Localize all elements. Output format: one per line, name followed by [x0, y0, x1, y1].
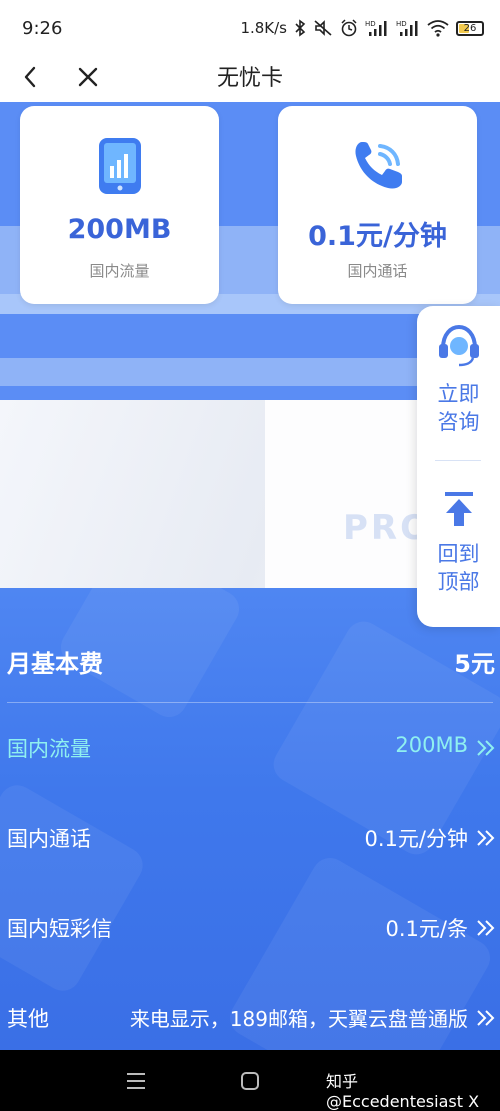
data-card-label: 国内流量	[89, 262, 150, 280]
menu-icon[interactable]	[123, 1068, 149, 1094]
phone-data-icon	[98, 138, 141, 194]
monthly-fee-label: 月基本费	[7, 650, 103, 678]
hd-signal-icon: HD	[365, 20, 387, 36]
back-to-top-label: 顶部	[437, 570, 480, 594]
svg-text:HD: HD	[365, 20, 376, 28]
plan-row-call[interactable]: 国内通话 0.1元/分钟	[0, 817, 500, 857]
back-to-top-button[interactable]: 回到 顶部	[417, 490, 500, 596]
consult-label: 咨询	[437, 410, 480, 434]
arrow-up-icon	[444, 492, 473, 526]
svg-text:HD: HD	[396, 20, 407, 28]
plan-row-value: 来电显示，189邮箱，天翼云盘普通版	[129, 1007, 468, 1031]
network-speed: 1.8K/s	[240, 19, 287, 37]
consult-button[interactable]: 立即 咨询	[417, 322, 500, 436]
double-chevron-right-icon	[477, 920, 495, 936]
plan-row-label: 其他	[7, 1007, 49, 1031]
plan-row-value: 0.1元/条	[385, 917, 468, 941]
plan-row-value: 200MB	[395, 733, 468, 757]
alarm-icon	[341, 19, 357, 37]
monthly-fee-value: 5元	[454, 650, 495, 678]
back-to-top-label: 回到	[437, 542, 480, 566]
bluetooth-icon	[295, 19, 306, 37]
status-icons: 1.8K/s HD HD 26	[240, 18, 484, 38]
plan-row-sms[interactable]: 国内短彩信 0.1元/条	[0, 907, 500, 947]
call-card: 0.1元/分钟 国内通话	[278, 106, 477, 304]
status-bar: 9:26 1.8K/s HD HD 26	[0, 0, 500, 58]
battery-icon: 26	[456, 20, 484, 36]
call-card-value: 0.1元/分钟	[308, 221, 447, 252]
mute-icon	[314, 20, 332, 36]
float-divider	[435, 460, 481, 461]
double-chevron-right-icon	[477, 830, 495, 846]
page-title: 无忧卡	[216, 66, 283, 91]
double-chevron-right-icon	[477, 1010, 495, 1026]
battery-level: 26	[463, 22, 477, 34]
plan-row-label: 国内短彩信	[7, 917, 112, 941]
nav-bar: 无忧卡	[0, 58, 500, 102]
plan-row-value: 0.1元/分钟	[364, 827, 468, 851]
call-card-label: 国内通话	[347, 262, 408, 280]
floating-side-panel: 立即 咨询 回到 顶部	[417, 306, 500, 627]
plan-row-label: 国内流量	[7, 737, 91, 761]
hd-signal-icon: HD	[396, 20, 418, 36]
status-time: 9:26	[22, 18, 63, 39]
home-icon[interactable]	[237, 1068, 263, 1094]
plan-details: 月基本费 5元 国内流量 200MB 国内通话 0.1元/分钟 国内短彩信 0.…	[0, 588, 500, 1050]
phone-call-icon	[354, 142, 402, 189]
plan-row-label: 国内通话	[7, 827, 91, 851]
watermark: 知乎 @Eccedentesiast X	[326, 1072, 480, 1111]
monthly-fee-row: 月基本费 5元	[0, 640, 500, 680]
plan-row-other[interactable]: 其他 来电显示，189邮箱，天翼云盘普通版	[0, 997, 500, 1037]
double-chevron-right-icon	[477, 740, 495, 756]
headset-icon	[438, 324, 479, 367]
data-card-value: 200MB	[67, 214, 172, 245]
consult-label: 立即	[437, 382, 480, 406]
wifi-icon	[427, 20, 449, 37]
plan-divider	[7, 702, 493, 703]
data-card: 200MB 国内流量	[20, 106, 219, 304]
system-nav-bar: 知乎 @Eccedentesiast X	[0, 1050, 500, 1111]
plan-row-data[interactable]: 国内流量 200MB	[0, 727, 500, 767]
